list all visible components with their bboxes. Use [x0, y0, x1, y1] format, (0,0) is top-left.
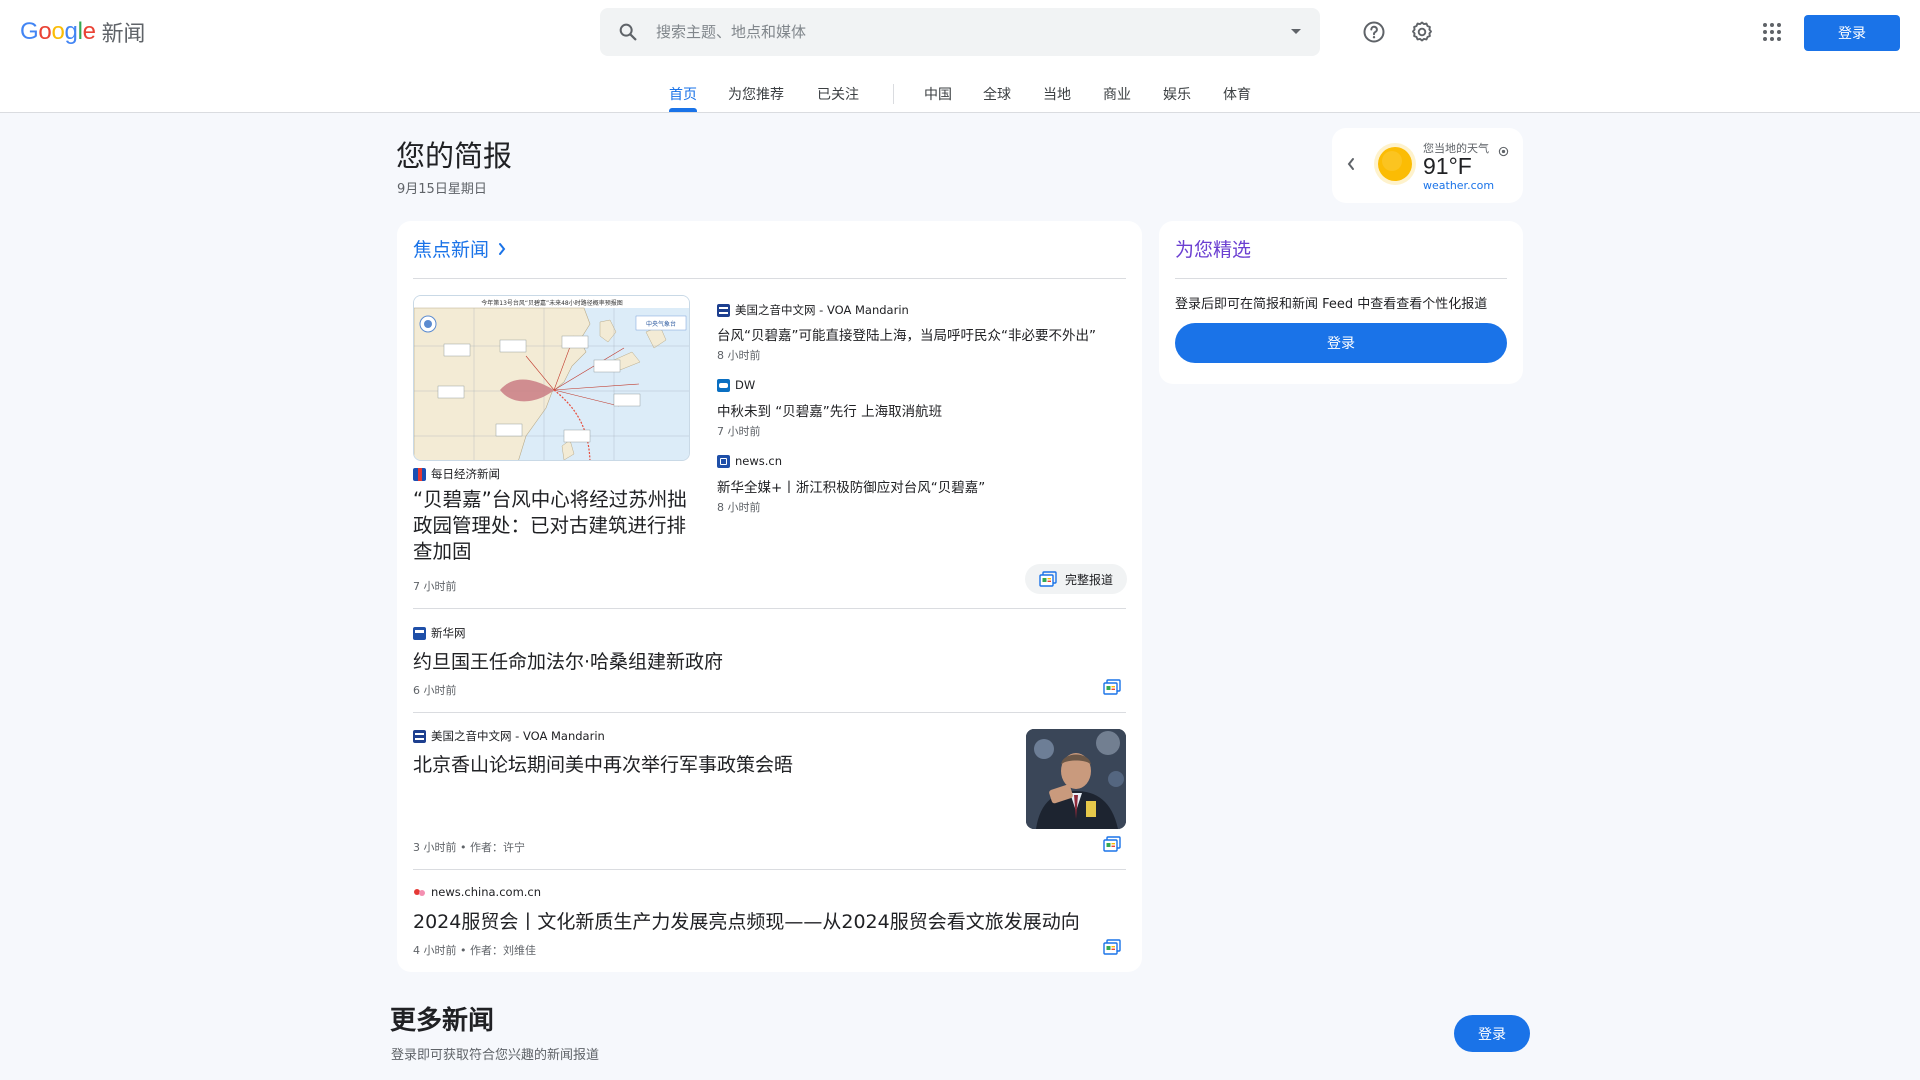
newscn-favicon-icon: [717, 454, 730, 468]
voa-favicon-icon: [717, 303, 730, 317]
picks-title: 为您精选: [1175, 239, 1252, 261]
story-headline[interactable]: 北京香山论坛期间美中再次举行军事政策会晤: [413, 750, 793, 777]
location-icon: [1498, 142, 1509, 161]
tab-world[interactable]: 全球: [983, 84, 1011, 104]
settings-gear-icon[interactable]: [1402, 12, 1442, 52]
chevron-right-icon: [499, 242, 506, 255]
full-coverage-button[interactable]: 完整报道: [1025, 564, 1127, 594]
full-coverage-icon[interactable]: [1103, 679, 1121, 699]
sunny-weather-icon: [1372, 141, 1418, 191]
full-coverage-icon[interactable]: [1103, 836, 1121, 856]
source-name: news.cn: [735, 454, 783, 468]
apps-grid-icon[interactable]: [1752, 12, 1792, 52]
story-thumbnail-image[interactable]: [1026, 729, 1126, 829]
source-name: 美国之音中文网 - VOA Mandarin: [735, 303, 909, 317]
tab-following[interactable]: 已关注: [817, 84, 859, 104]
related-source[interactable]: DW: [717, 378, 755, 392]
chevron-left-icon[interactable]: [1346, 156, 1356, 176]
tab-local[interactable]: 当地: [1043, 84, 1071, 104]
search-dropdown-icon[interactable]: [1272, 8, 1320, 56]
top-stories-title: 焦点新闻: [413, 239, 490, 261]
lead-story-time: 7 小时前: [413, 580, 457, 593]
source-name: DW: [735, 378, 756, 392]
full-coverage-icon[interactable]: [1103, 939, 1121, 959]
picks-for-you-card: 为您精选 登录后即可在简报和新闻 Feed 中查看查看个性化报道 登录: [1159, 221, 1523, 384]
story-source[interactable]: news.china.com.cn: [413, 885, 541, 899]
xinhua-favicon-icon: [413, 626, 426, 640]
map-caption: 今年第13号台风“贝碧嘉”未来48小时路径概率预报图: [481, 299, 623, 307]
divider: [413, 608, 1126, 609]
briefing-date: 9月15日星期日: [397, 182, 487, 197]
related-story-headline[interactable]: 台风“贝碧嘉”可能直接登陆上海，当局呼吁民众“非必要不外出”: [717, 324, 1096, 344]
picks-description: 登录后即可在简报和新闻 Feed 中查看查看个性化报道: [1175, 297, 1488, 312]
full-coverage-icon: [1039, 571, 1057, 587]
story-headline[interactable]: 约旦国王任命加法尔·哈桑组建新政府: [413, 647, 723, 674]
related-story-time: 8 小时前: [717, 501, 761, 514]
china-com-favicon-icon: [413, 886, 426, 899]
dw-favicon-icon: [717, 378, 730, 392]
source-name: 新华网: [431, 626, 466, 640]
lead-story-headline[interactable]: “贝碧嘉”台风中心将经过苏州拙政园管理处：已对古建筑进行排查加固: [413, 487, 703, 565]
divider: [413, 712, 1126, 713]
story-source[interactable]: 新华网: [413, 625, 466, 641]
more-news-description: 登录即可获取符合您兴趣的新闻报道: [391, 1048, 600, 1063]
active-tab-indicator: [669, 108, 697, 112]
tab-entertainment[interactable]: 娱乐: [1163, 84, 1191, 104]
nav-tabs: 首页 为您推荐 已关注 中国 全球 当地 商业 娱乐 体育: [0, 72, 1920, 112]
story-headline[interactable]: 2024服贸会丨文化新质生产力发展亮点频现——从2024服贸会看文旅发展动向: [413, 907, 1080, 934]
more-news-title: 更多新闻: [390, 1006, 495, 1036]
story-source[interactable]: 美国之音中文网 - VOA Mandarin: [413, 728, 605, 744]
weather-source-link[interactable]: weather.com: [1423, 179, 1494, 192]
related-story-headline[interactable]: 新华全媒+丨浙江积极防御应对台风“贝碧嘉”: [717, 476, 985, 496]
tab-sports[interactable]: 体育: [1223, 84, 1251, 104]
top-stories-heading[interactable]: 焦点新闻: [413, 235, 507, 262]
tab-china[interactable]: 中国: [924, 84, 952, 104]
source-name: news.china.com.cn: [431, 885, 542, 899]
tab-business[interactable]: 商业: [1103, 84, 1131, 104]
story-time: 3 小时前 • 作者：许宁: [413, 841, 525, 854]
help-icon[interactable]: [1354, 12, 1394, 52]
weather-temperature: 91°F: [1423, 153, 1472, 179]
weather-widget[interactable]: 您当地的天气 91°F weather.com: [1332, 128, 1523, 203]
divider: [413, 278, 1126, 279]
search-icon[interactable]: [600, 8, 656, 56]
nbd-favicon-icon: [413, 467, 426, 481]
lead-source[interactable]: 每日经济新闻: [413, 466, 500, 482]
related-story-time: 8 小时前: [717, 349, 761, 362]
typhoon-forecast-map-image[interactable]: 今年第13号台风“贝碧嘉”未来48小时路径概率预报图 中央气象台: [413, 295, 690, 461]
top-stories-card: 焦点新闻 今年第13号台风“贝碧嘉”未来48小时路径概率预报图 中央气象台 每日…: [397, 221, 1142, 972]
tab-home[interactable]: 首页: [669, 84, 697, 104]
divider: [1175, 278, 1507, 279]
voa-favicon-icon: [413, 729, 426, 743]
story-time: 6 小时前: [413, 684, 457, 697]
google-wordmark: Google: [20, 18, 96, 45]
tab-divider: [893, 84, 894, 104]
sign-in-button[interactable]: 登录: [1804, 15, 1900, 51]
more-news-sign-in-button[interactable]: 登录: [1454, 1015, 1530, 1052]
related-story-headline[interactable]: 中秋未到 “贝碧嘉”先行 上海取消航班: [717, 400, 942, 420]
map-brand-label: 中央气象台: [646, 320, 676, 328]
google-news-logo[interactable]: Google 新闻: [20, 17, 145, 47]
tab-for-you[interactable]: 为您推荐: [728, 84, 784, 104]
search-bar[interactable]: [600, 8, 1320, 56]
picks-sign-in-button[interactable]: 登录: [1175, 323, 1507, 363]
source-name: 美国之音中文网 - VOA Mandarin: [431, 729, 605, 743]
search-input[interactable]: [656, 23, 1272, 41]
full-coverage-label: 完整报道: [1064, 572, 1113, 587]
top-app-bar: Google 新闻 登录 首页 为您推荐 已关注 中国 全球 当地 商业 娱乐: [0, 0, 1920, 113]
related-story-time: 7 小时前: [717, 425, 761, 438]
related-source[interactable]: 美国之音中文网 - VOA Mandarin: [717, 302, 909, 318]
briefing-title: 您的简报: [396, 139, 513, 173]
story-time: 4 小时前 • 作者：刘维佳: [413, 944, 536, 957]
logo-suffix: 新闻: [101, 22, 146, 47]
related-source[interactable]: news.cn: [717, 454, 782, 468]
source-name: 每日经济新闻: [431, 467, 500, 481]
divider: [413, 869, 1126, 870]
